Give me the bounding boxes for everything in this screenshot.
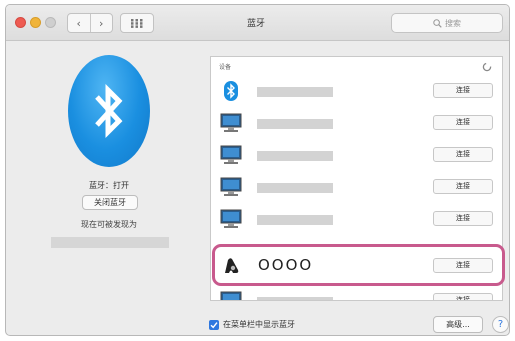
chevron-left-icon[interactable]: ‹: [68, 14, 90, 32]
connect-button[interactable]: 连接: [433, 211, 493, 226]
computer-icon: [220, 290, 242, 300]
connect-button[interactable]: 连接: [433, 293, 493, 300]
grid-icon: [131, 18, 143, 28]
selected-device-highlight: [212, 244, 505, 286]
zoom-window-button[interactable]: [45, 17, 56, 28]
device-row[interactable]: 连接: [211, 75, 502, 107]
close-window-button[interactable]: [15, 17, 26, 28]
connect-button[interactable]: 连接: [433, 115, 493, 130]
show-all-button[interactable]: [120, 13, 154, 33]
bluetooth-status: 蓝牙：打开: [89, 181, 129, 190]
bluetooth-icon: [220, 80, 242, 102]
show-in-menubar-label: 在菜单栏中显示蓝牙: [223, 320, 295, 329]
computer-icon: [220, 144, 242, 166]
device-list-header: 设备: [219, 64, 232, 71]
device-row[interactable]: 连接: [211, 285, 502, 300]
bluetooth-icon: [95, 83, 123, 139]
computer-icon: [220, 176, 242, 198]
device-name-redacted: [257, 183, 333, 193]
computer-icon: [220, 112, 242, 134]
search-placeholder: 搜索: [445, 18, 461, 28]
computer-name-redacted: [51, 237, 169, 248]
connect-button[interactable]: 连接: [433, 179, 493, 194]
search-field[interactable]: 搜索: [391, 13, 503, 33]
device-name-redacted: [257, 215, 333, 225]
bluetooth-large-icon: [68, 55, 150, 167]
minimize-window-button[interactable]: [30, 17, 41, 28]
checkbox-checked-icon[interactable]: [209, 319, 219, 330]
navigation-buttons: ‹ ›: [67, 13, 113, 33]
device-row[interactable]: 连接: [211, 107, 502, 139]
refresh-spinner-icon: [482, 62, 492, 72]
connect-button[interactable]: 连接: [433, 83, 493, 98]
device-name-redacted: [257, 119, 333, 129]
connect-button[interactable]: 连接: [433, 147, 493, 162]
window-title: 蓝牙: [246, 19, 265, 29]
show-in-menubar-checkbox[interactable]: 在菜单栏中显示蓝牙: [209, 319, 295, 330]
turn-off-bluetooth-button[interactable]: 关闭蓝牙: [82, 195, 138, 210]
computer-icon: [220, 208, 242, 230]
chevron-right-icon[interactable]: ›: [89, 14, 113, 32]
device-row[interactable]: 连接: [211, 139, 502, 171]
discoverable-label: 现在可被发现为: [81, 220, 137, 229]
advanced-button[interactable]: 高级...: [433, 316, 483, 333]
title-bar: ‹ › 蓝牙 搜索: [6, 5, 509, 41]
search-icon: [433, 18, 442, 28]
device-row[interactable]: 连接: [211, 171, 502, 203]
device-row[interactable]: 连接: [211, 203, 502, 235]
device-name-redacted: [257, 87, 333, 97]
device-name-redacted: [257, 151, 333, 161]
device-name-redacted: [257, 297, 333, 300]
help-button[interactable]: ?: [492, 316, 509, 333]
bluetooth-preferences-window: ‹ › 蓝牙 搜索 蓝牙：打开 关闭蓝牙 现在可被发现为 设备 连接 连接 连接…: [5, 4, 510, 336]
